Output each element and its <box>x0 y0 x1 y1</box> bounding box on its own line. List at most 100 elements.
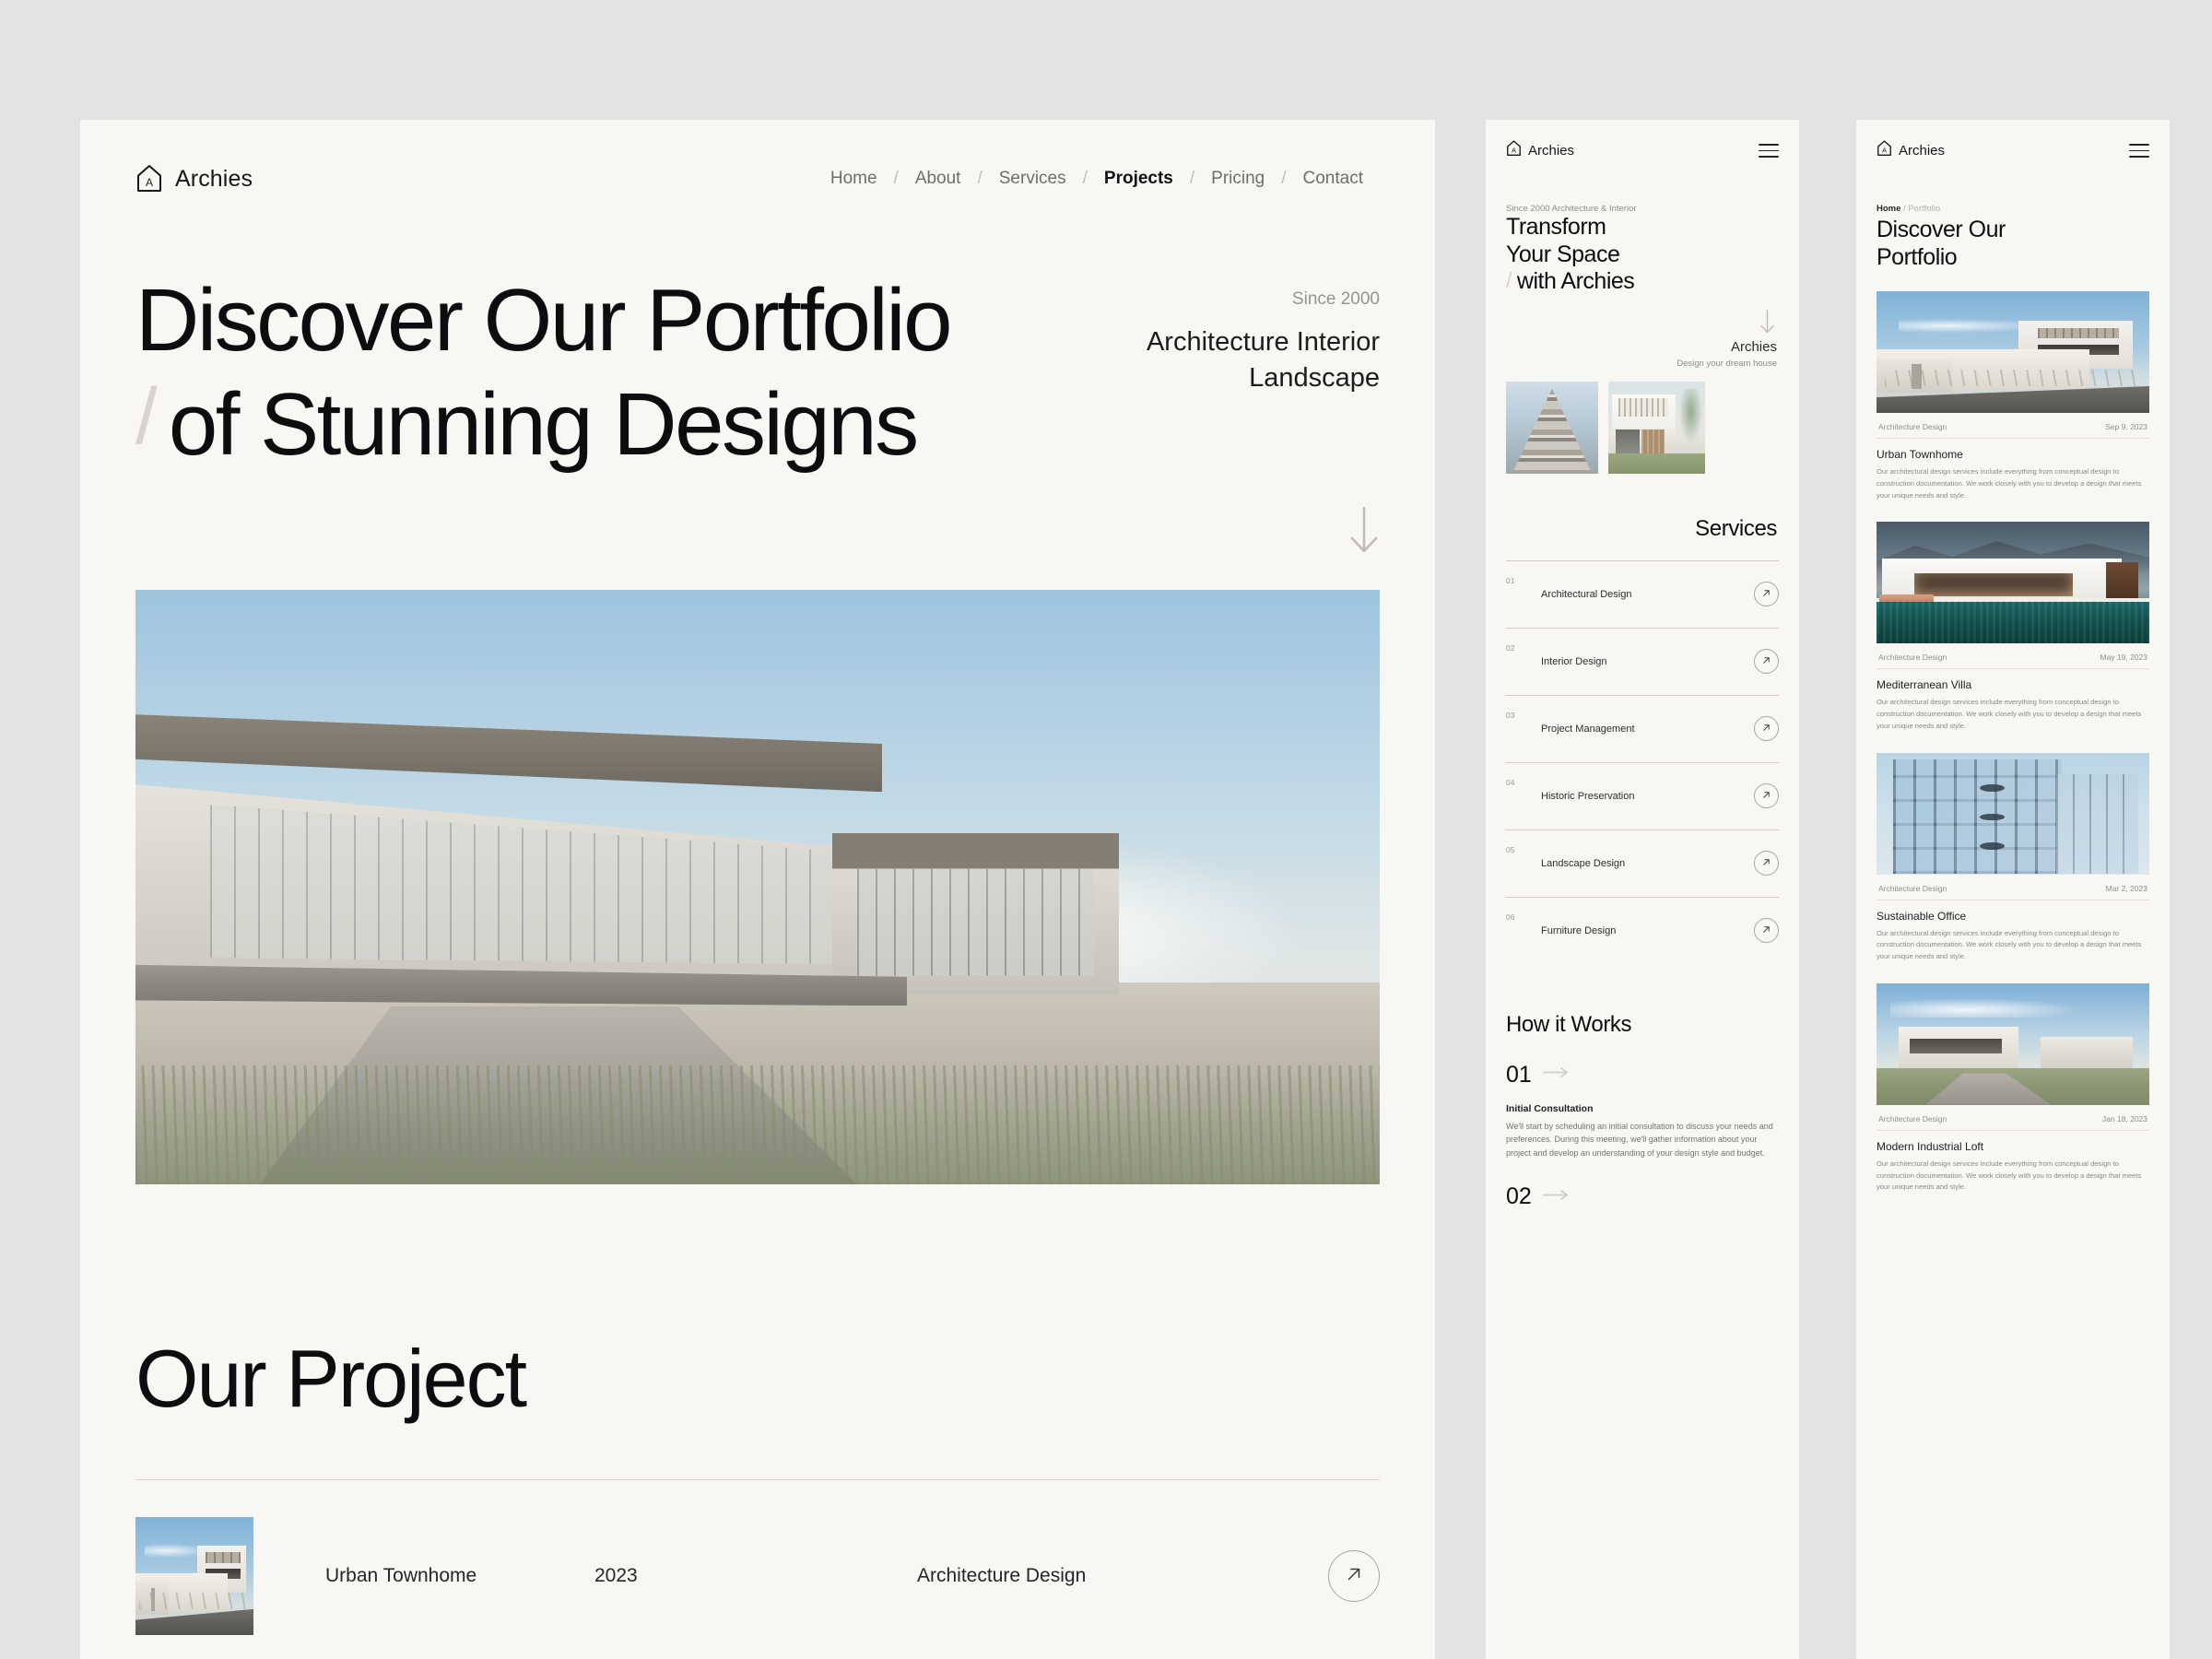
arrow-up-right-icon <box>1761 586 1771 603</box>
portfolio-card-date: Sep 9, 2023 <box>2105 422 2147 431</box>
portfolio-title-line-1: Discover Our <box>1877 217 2006 242</box>
service-open-button[interactable] <box>1754 582 1779 606</box>
mobile-hero-title-line-3: with Archies <box>1516 268 1635 294</box>
service-item-furniture-design[interactable]: 06 Furniture Design <box>1506 898 1779 964</box>
hero-scroll-cue[interactable] <box>80 469 1435 559</box>
project-thumbnail-render <box>135 1517 253 1635</box>
service-item-architectural-design[interactable]: 01 Architectural Design <box>1506 561 1779 628</box>
desktop-hero: Discover Our Portfolio / of Stunning Des… <box>80 194 1435 469</box>
service-number: 03 <box>1506 710 1515 720</box>
home-outline-icon: A <box>1506 140 1522 161</box>
portfolio-card[interactable]: Architecture Design Mar 2, 2023 Sustaina… <box>1856 752 2170 963</box>
portfolio-title-line-2: Portfolio <box>1877 243 1958 270</box>
arrow-up-right-icon <box>1344 1564 1364 1589</box>
service-item-interior-design[interactable]: 02 Interior Design <box>1506 629 1779 695</box>
project-thumbnail <box>135 1517 253 1635</box>
hero-title-block: Discover Our Portfolio / of Stunning Des… <box>135 271 952 474</box>
portfolio-card-image <box>1877 752 2149 875</box>
mobile-portfolio-preview-panel: A Archies Home / Portfolio Discover Our … <box>1856 120 2170 1659</box>
service-open-button[interactable] <box>1754 851 1779 876</box>
screenshot-stage: A Archies Home / About / Services / Proj… <box>0 0 2212 1659</box>
service-open-button[interactable] <box>1754 918 1779 943</box>
breadcrumb-home[interactable]: Home <box>1877 204 1900 214</box>
svg-text:A: A <box>1512 147 1516 155</box>
brand-logo[interactable]: A Archies <box>1877 140 1945 161</box>
service-label: Project Management <box>1541 723 1635 735</box>
portfolio-card-image <box>1877 522 2149 644</box>
portfolio-card[interactable]: Architecture Design Sep 9, 2023 Urban To… <box>1856 291 2170 501</box>
desktop-main-nav: Home / About / Services / Projects / Pri… <box>814 169 1380 189</box>
arrow-right-icon <box>1542 1189 1569 1206</box>
services-list: 01 Architectural Design 02 Interior Desi… <box>1486 542 1799 964</box>
desktop-header: A Archies Home / About / Services / Proj… <box>80 120 1435 194</box>
step-body: We'll start by scheduling an initial con… <box>1506 1121 1773 1158</box>
breadcrumb: Home / Portfolio <box>1856 204 2170 214</box>
hero-image <box>135 590 1380 1184</box>
service-open-button[interactable] <box>1754 649 1779 674</box>
svg-text:A: A <box>1882 147 1887 155</box>
hamburger-menu-icon[interactable] <box>1759 143 1779 159</box>
brand-logo[interactable]: A Archies <box>1506 140 1574 161</box>
portfolio-card-meta: Architecture Design Sep 9, 2023 <box>1877 413 2149 439</box>
portfolio-card-category: Architecture Design <box>1878 653 1947 663</box>
nav-item-home[interactable]: Home <box>814 169 894 189</box>
project-section-title: Our Project <box>135 1333 527 1424</box>
step-title: Initial Consultation <box>1506 1102 1594 1114</box>
arrow-down-icon <box>1759 309 1775 339</box>
service-open-button[interactable] <box>1754 783 1779 808</box>
project-divider <box>135 1479 1380 1480</box>
mobile-scroll-cue[interactable] <box>1486 296 1799 339</box>
step-number: 02 <box>1506 1183 1532 1210</box>
service-open-button[interactable] <box>1754 716 1779 741</box>
mobile-caption-subtitle: Design your dream house <box>1677 358 1777 369</box>
service-number: 01 <box>1506 575 1515 585</box>
brand-name: Archies <box>175 165 253 192</box>
service-item-project-management[interactable]: 03 Project Management <box>1506 696 1779 762</box>
portfolio-card-image-render <box>1877 291 2149 413</box>
hero-title-line-1: Discover Our Portfolio <box>135 271 952 370</box>
mobile-hero-title: Transform Your Space / with Archies <box>1486 214 1799 296</box>
project-name: Urban Townhome <box>325 1565 477 1586</box>
portfolio-card-category: Architecture Design <box>1878 422 1947 431</box>
project-row[interactable]: Urban Townhome 2023 Architecture Design <box>135 1517 1380 1635</box>
mobile-portfolio-header: A Archies <box>1856 120 2170 161</box>
nav-item-services[interactable]: Services <box>982 169 1083 189</box>
project-section-header: Our Project <box>80 1184 1435 1426</box>
brand-name: Archies <box>1899 143 1946 159</box>
how-it-works-step-02: 02 <box>1486 1159 1799 1210</box>
hero-image-render <box>135 590 1380 1184</box>
portfolio-card-meta: Architecture Design Mar 2, 2023 <box>1877 875 2149 900</box>
service-number: 02 <box>1506 642 1515 653</box>
nav-item-about[interactable]: About <box>899 169 978 189</box>
brand-name: Archies <box>1528 143 1575 159</box>
hero-since-label: Since 2000 <box>1291 289 1380 309</box>
service-item-historic-preservation[interactable]: 04 Historic Preservation <box>1506 763 1779 830</box>
service-item-landscape-design[interactable]: 05 Landscape Design <box>1506 830 1779 897</box>
service-number: 06 <box>1506 912 1515 922</box>
portfolio-card-meta: Architecture Design May 19, 2023 <box>1877 643 2149 670</box>
brand-logo[interactable]: A Archies <box>135 164 253 194</box>
nav-item-projects[interactable]: Projects <box>1088 169 1190 189</box>
hero-title-line-2: of Stunning Designs <box>168 375 919 474</box>
portfolio-card-title: Mediterranean Villa <box>1877 678 1972 692</box>
project-open-button[interactable] <box>1328 1550 1380 1602</box>
hamburger-menu-icon[interactable] <box>2129 143 2149 159</box>
portfolio-card-body: Our architectural design services includ… <box>1877 698 2142 730</box>
gallery-image-tower-render <box>1506 381 1598 474</box>
portfolio-card-body: Our architectural design services includ… <box>1877 928 2142 961</box>
service-label: Architectural Design <box>1541 588 1632 600</box>
project-year: 2023 <box>594 1565 638 1586</box>
portfolio-card[interactable]: Architecture Design Jan 18, 2023 Modern … <box>1856 982 2170 1194</box>
arrow-up-right-icon <box>1761 721 1771 737</box>
mobile-hero-slash-accent: / <box>1506 268 1512 292</box>
portfolio-card[interactable]: Architecture Design May 19, 2023 Mediter… <box>1856 522 2170 732</box>
project-category: Architecture Design <box>917 1565 1087 1586</box>
nav-item-pricing[interactable]: Pricing <box>1194 169 1281 189</box>
mobile-home-preview-panel: A Archies Since 2000 Architecture & Inte… <box>1486 120 1799 1659</box>
portfolio-page-title: Discover Our Portfolio <box>1856 214 2170 271</box>
mobile-hero-caption: Archies Design your dream house <box>1486 339 1799 369</box>
portfolio-card-meta: Architecture Design Jan 18, 2023 <box>1877 1105 2149 1131</box>
nav-item-contact[interactable]: Contact <box>1287 169 1380 189</box>
portfolio-card-title: Urban Townhome <box>1877 448 1963 461</box>
arrow-up-right-icon <box>1761 788 1771 805</box>
